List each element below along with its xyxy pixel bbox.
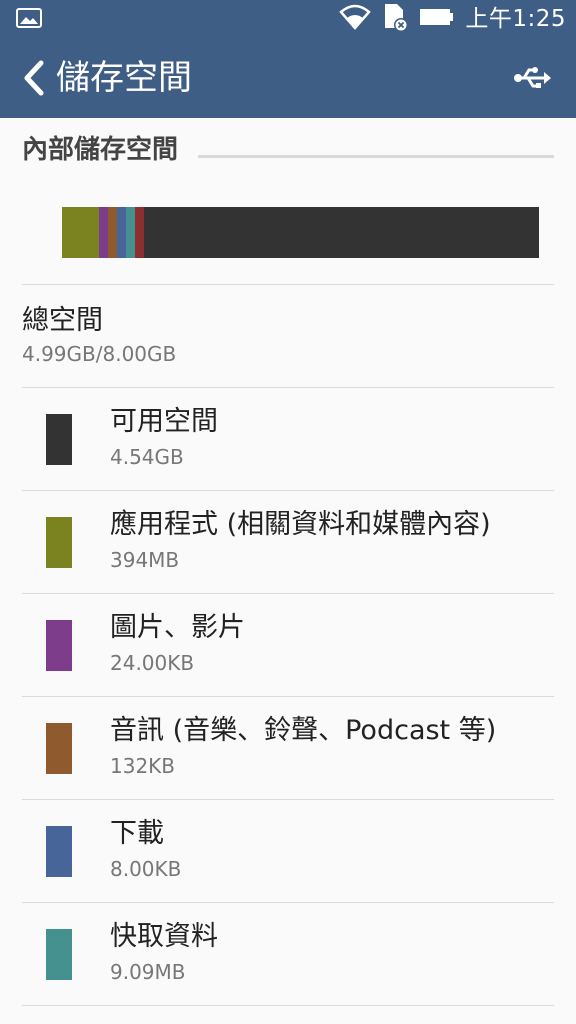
color-swatch bbox=[46, 826, 72, 877]
status-icons: 上午1:25 bbox=[339, 4, 566, 34]
category-row-available[interactable]: 可用空間 4.54GB bbox=[0, 388, 576, 491]
color-swatch bbox=[46, 620, 72, 671]
category-label: 下載 bbox=[110, 818, 164, 849]
category-size: 4.54GB bbox=[110, 445, 184, 469]
color-swatch bbox=[46, 517, 72, 568]
category-label: 應用程式 (相關資料和媒體內容) bbox=[110, 509, 491, 540]
usage-segment-pictures bbox=[98, 207, 108, 258]
chevron-left-icon[interactable] bbox=[14, 56, 54, 100]
category-size: 9.09MB bbox=[110, 960, 186, 984]
category-row-pictures-videos[interactable]: 圖片、影片 24.00KB bbox=[0, 594, 576, 697]
color-swatch bbox=[46, 723, 72, 774]
image-notification-icon bbox=[16, 8, 42, 28]
section-divider bbox=[198, 155, 554, 158]
usage-segment-available bbox=[144, 207, 539, 258]
category-label: 圖片、影片 bbox=[110, 612, 245, 643]
category-row-downloads[interactable]: 下載 8.00KB bbox=[0, 800, 576, 903]
category-label: 音訊 (音樂、鈴聲、Podcast 等) bbox=[110, 715, 497, 746]
category-size: 394MB bbox=[110, 548, 180, 572]
usb-icon[interactable] bbox=[510, 60, 554, 96]
storage-usage-bar bbox=[62, 207, 539, 258]
category-row-audio[interactable]: 音訊 (音樂、鈴聲、Podcast 等) 132KB bbox=[0, 697, 576, 800]
category-size: 8.00KB bbox=[110, 857, 182, 881]
usage-segment-apps bbox=[62, 207, 99, 258]
usage-segment-cache bbox=[125, 207, 135, 258]
category-size: 132KB bbox=[110, 754, 176, 778]
total-space-value: 4.99GB/8.00GB bbox=[22, 342, 177, 366]
status-bar: 上午1:25 bbox=[0, 0, 576, 38]
usage-segment-misc bbox=[134, 207, 145, 258]
usage-segment-audio bbox=[107, 207, 117, 258]
battery-icon bbox=[419, 6, 455, 32]
usage-segment-downloads bbox=[116, 207, 126, 258]
wifi-icon bbox=[339, 4, 372, 34]
section-header-internal-storage: 內部儲存空間 bbox=[22, 135, 179, 165]
color-swatch bbox=[46, 929, 72, 980]
category-label: 快取資料 bbox=[110, 921, 218, 952]
color-swatch bbox=[46, 414, 72, 465]
category-size: 24.00KB bbox=[110, 651, 195, 675]
sd-card-error-icon bbox=[381, 2, 409, 36]
page-title: 儲存空間 bbox=[56, 58, 192, 98]
divider bbox=[22, 284, 554, 285]
status-clock: 上午1:25 bbox=[465, 6, 566, 32]
divider bbox=[22, 1005, 554, 1006]
category-row-cache[interactable]: 快取資料 9.09MB bbox=[0, 903, 576, 1006]
app-bar: 儲存空間 bbox=[0, 38, 576, 118]
category-label: 可用空間 bbox=[110, 406, 218, 437]
total-space-label: 總空間 bbox=[22, 305, 103, 336]
category-row-apps[interactable]: 應用程式 (相關資料和媒體內容) 394MB bbox=[0, 491, 576, 594]
total-space: 總空間 4.99GB/8.00GB bbox=[22, 303, 176, 369]
